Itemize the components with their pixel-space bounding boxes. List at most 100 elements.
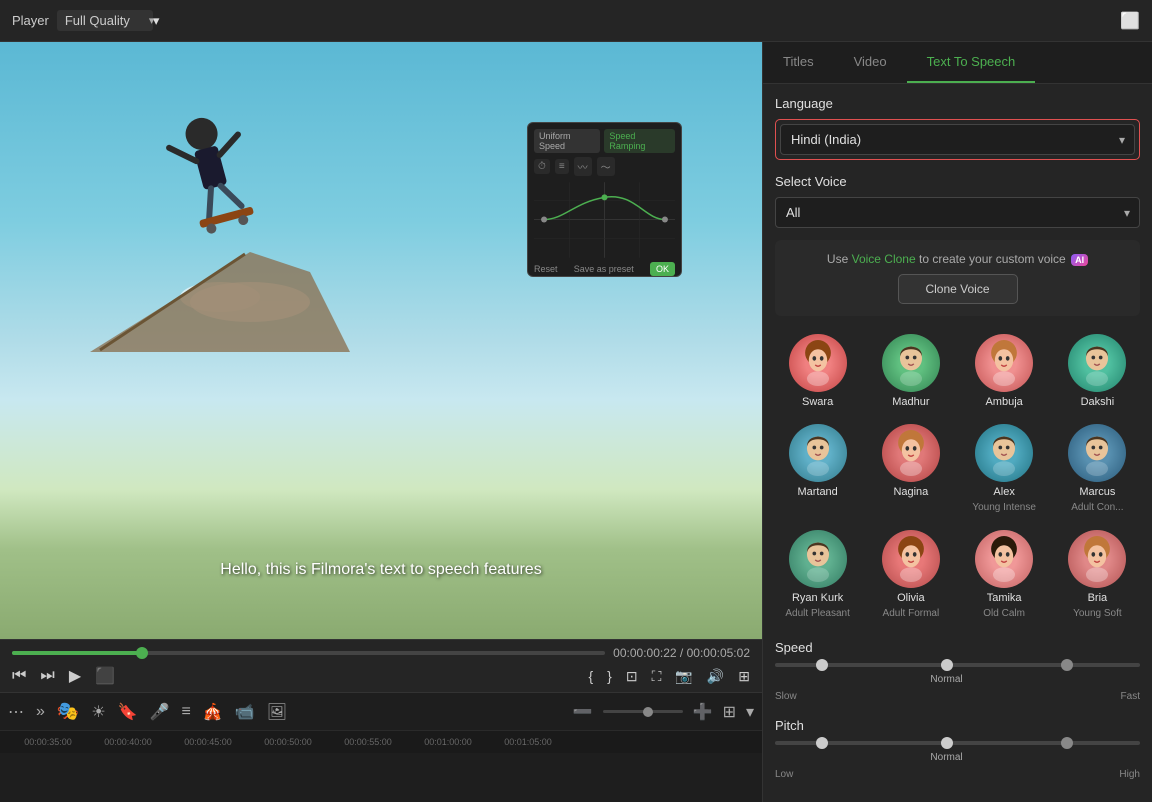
- mic-btn[interactable]: 🎤: [150, 702, 170, 722]
- speed-slider-thumb-3[interactable]: [1061, 659, 1073, 671]
- progress-bar[interactable]: [12, 651, 605, 655]
- voice-filter-wrap[interactable]: All Male Female ▾: [775, 197, 1140, 228]
- save-preset-label[interactable]: Save as preset: [574, 264, 634, 274]
- head-icon[interactable]: 🎭: [57, 701, 79, 722]
- voice-card-martand[interactable]: Martand: [775, 420, 860, 518]
- voice-face-madhur: [888, 340, 934, 386]
- voice-card-nagina[interactable]: Nagina: [868, 420, 953, 518]
- fullscreen-button[interactable]: ⛶: [652, 668, 662, 685]
- top-bar: Player Full Quality Half Quality ▾ ⬜: [0, 0, 1152, 42]
- timeline-settings-btn[interactable]: ⋯: [8, 702, 24, 722]
- voice-face-dakshi: [1074, 340, 1120, 386]
- timeline-expand-btn[interactable]: »: [36, 703, 45, 721]
- progress-thumb[interactable]: [136, 647, 148, 659]
- voice-filter-select-wrap[interactable]: All Male Female ▾: [775, 197, 1140, 228]
- voice-card-marcus[interactable]: MarcusAdult Con...: [1055, 420, 1140, 518]
- stop-button[interactable]: ⬛: [95, 666, 115, 686]
- voice-card-ambuja[interactable]: Ambuja: [962, 330, 1047, 412]
- zoom-in-btn[interactable]: ➕: [693, 702, 713, 722]
- tab-video[interactable]: Video: [834, 42, 907, 83]
- pitch-section: Pitch Normal Low High: [775, 718, 1140, 780]
- speed-normal-label: Normal: [930, 674, 962, 685]
- voice-avatar-ambuja: [975, 334, 1033, 392]
- voice-card-madhur[interactable]: Madhur: [868, 330, 953, 412]
- clone-voice-button[interactable]: Clone Voice: [898, 274, 1018, 304]
- insert-button[interactable]: ⊡: [626, 668, 638, 685]
- uniform-speed-tab[interactable]: Uniform Speed: [534, 129, 600, 153]
- tab-text-to-speech[interactable]: Text To Speech: [907, 42, 1036, 83]
- screenshot-button[interactable]: 📷: [675, 668, 692, 685]
- voice-card-olivia[interactable]: OliviaAdult Formal: [868, 526, 953, 624]
- ok-button[interactable]: OK: [650, 262, 675, 276]
- progress-fill: [12, 651, 142, 655]
- person-btn[interactable]: 🎪: [203, 702, 223, 722]
- voice-avatar-alex: [975, 424, 1033, 482]
- voice-face-tamika: [981, 536, 1027, 582]
- language-select-wrap[interactable]: Hindi (India) English (US) English (UK) …: [780, 124, 1135, 155]
- voice-tag: Adult Formal: [883, 608, 940, 620]
- clone-banner-text: Use Voice Clone to create your custom vo…: [789, 252, 1126, 266]
- tab-titles[interactable]: Titles: [763, 42, 834, 83]
- speed-slider-thumb[interactable]: [816, 659, 828, 671]
- speed-icon-4: 〜: [597, 157, 615, 176]
- mark-out-button[interactable]: }: [607, 668, 612, 684]
- timeline-toolbar: ⋯ » 🎭 ☀ 🔖 🎤 ≡ 🎪 📹 🖼 ➖ ➕ ⊞ ▾: [0, 693, 762, 731]
- quality-select-wrap[interactable]: Full Quality Half Quality ▾: [57, 10, 160, 31]
- zoom-slider-thumb[interactable]: [643, 707, 653, 717]
- pitch-slider-thumb[interactable]: [816, 737, 828, 749]
- voice-card-ryan-kurk[interactable]: Ryan KurkAdult Pleasant: [775, 526, 860, 624]
- clone-text-after: to create your custom voice: [916, 252, 1066, 266]
- voice-card-bria[interactable]: BriaYoung Soft: [1055, 526, 1140, 624]
- speed-ramping-tab[interactable]: Speed Ramping: [604, 129, 675, 153]
- split-btn[interactable]: ≡: [182, 703, 191, 721]
- clone-text-before: Use: [827, 252, 852, 266]
- voice-face-ambuja: [981, 340, 1027, 386]
- image-btn[interactable]: 🖼: [267, 702, 287, 722]
- voice-face-ryan kurk: [795, 536, 841, 582]
- pitch-slider-track[interactable]: Normal: [775, 741, 1140, 745]
- speed-label: Speed: [775, 640, 1140, 655]
- speed-slider-thumb-2[interactable]: [941, 659, 953, 671]
- markers-btn[interactable]: 🔖: [118, 702, 138, 722]
- voice-clone-link[interactable]: Voice Clone: [852, 252, 916, 266]
- monitor-icon: ⬜: [1120, 11, 1140, 31]
- mark-in-button[interactable]: {: [588, 668, 593, 684]
- speed-icon-2: ≡: [555, 159, 569, 174]
- language-select[interactable]: Hindi (India) English (US) English (UK) …: [780, 124, 1135, 155]
- voice-card-tamika[interactable]: TamikaOld Calm: [962, 526, 1047, 624]
- zoom-out-btn[interactable]: ➖: [573, 702, 593, 722]
- top-bar-right: ⬜: [1120, 11, 1140, 31]
- voice-card-dakshi[interactable]: Dakshi: [1055, 330, 1140, 412]
- audio-button[interactable]: 🔊: [707, 668, 724, 685]
- time-separator: /: [680, 646, 687, 660]
- voice-label: Select Voice: [775, 174, 1140, 189]
- voice-avatar-nagina: [882, 424, 940, 482]
- settings-button[interactable]: ⊞: [738, 668, 750, 685]
- curve-area: [534, 180, 675, 260]
- voice-avatar-dakshi: [1068, 334, 1126, 392]
- right-tabs: Titles Video Text To Speech: [763, 42, 1152, 84]
- speed-slider-labels: Slow Fast: [775, 691, 1140, 702]
- ruler-mark: 00:00:40:00: [88, 737, 168, 747]
- pitch-slider-thumb-3[interactable]: [1061, 737, 1073, 749]
- voice-filter-select[interactable]: All Male Female: [775, 197, 1140, 228]
- video-overlay-btn[interactable]: 📹: [235, 702, 255, 722]
- voice-tag: Young Soft: [1073, 608, 1122, 620]
- zoom-slider[interactable]: [603, 710, 683, 713]
- voice-name: Swara: [802, 396, 833, 408]
- play-button[interactable]: ▶: [69, 666, 81, 686]
- step-back-button[interactable]: ⏮: [12, 667, 26, 685]
- reset-label[interactable]: Reset: [534, 264, 558, 274]
- frame-back-button[interactable]: ⏭: [40, 667, 54, 685]
- voice-name: Alex: [993, 486, 1014, 498]
- voice-card-swara[interactable]: Swara: [775, 330, 860, 412]
- right-content: Language Hindi (India) English (US) Engl…: [763, 84, 1152, 802]
- video-controls: 00:00:00:22 / 00:00:05:02 ⏮ ⏭ ▶ ⬛ { } ⊡ …: [0, 639, 762, 692]
- pitch-slider-thumb-2[interactable]: [941, 737, 953, 749]
- effects-btn[interactable]: ☀: [91, 702, 105, 722]
- more-btn[interactable]: ▾: [746, 702, 754, 722]
- quality-select[interactable]: Full Quality Half Quality: [57, 10, 153, 31]
- voice-card-alex[interactable]: AlexYoung Intense: [962, 420, 1047, 518]
- grid-view-btn[interactable]: ⊞: [723, 702, 736, 722]
- speed-slider-track[interactable]: Normal: [775, 663, 1140, 667]
